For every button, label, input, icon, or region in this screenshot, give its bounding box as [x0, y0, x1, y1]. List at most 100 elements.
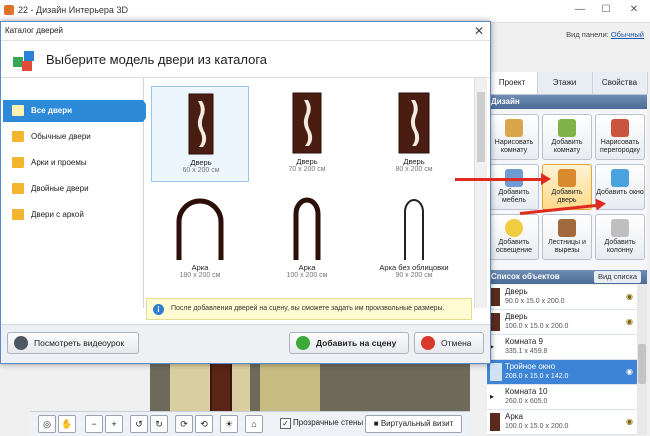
pencil-room-icon — [505, 119, 523, 137]
door-thumb-icon — [490, 313, 500, 331]
catalog-item-door-60[interactable]: Дверь 60 x 200 см — [151, 86, 249, 182]
cancel-icon — [421, 336, 435, 350]
draw-partition-button[interactable]: Нарисовать перегородку — [595, 114, 645, 160]
item-name: Арка — [191, 263, 209, 272]
stairs-cutouts-button[interactable]: Лестницы и вырезы — [542, 214, 592, 260]
category-double-doors[interactable]: Двойные двери — [3, 178, 143, 200]
catalog-item-arch-no-trim[interactable]: Арка без облицовки 90 x 200 см — [365, 192, 463, 288]
category-label: Обычные двери — [31, 132, 91, 141]
list-item[interactable]: ▸ Комната 9 335.1 x 459.8 — [487, 335, 637, 360]
eye-icon[interactable]: ◉ — [626, 292, 633, 301]
item-name: Арка без облицовки — [379, 263, 449, 272]
catalog-item-arch-100[interactable]: Арка 100 x 200 см — [258, 192, 356, 288]
add-to-scene-button[interactable]: Добавить на сцену — [289, 332, 409, 354]
info-icon: i — [153, 304, 164, 315]
camera-icon: ■ — [373, 419, 379, 428]
hand-pan-icon[interactable]: ✋ — [58, 415, 76, 433]
maximize-icon[interactable]: ☐ — [598, 3, 614, 17]
catalog-item-door-80[interactable]: Дверь 80 x 200 см — [365, 86, 463, 182]
list-item[interactable]: Дверь 90.0 x 15.0 x 200.0 ◉ — [487, 285, 637, 310]
list-item[interactable]: ▸ Комната 10 260.0 x 605.0 — [487, 385, 637, 410]
cancel-button[interactable]: Отмена — [414, 332, 484, 354]
draw-room-button[interactable]: Нарисовать комнату — [489, 114, 539, 160]
list-item[interactable]: Тройное окно 208.0 x 15.0 x 142.0 ◉ — [487, 360, 637, 385]
list-item[interactable]: Арка 100.0 x 15.0 x 200.0 ◉ — [487, 410, 637, 435]
tab-project[interactable]: Проект — [487, 72, 538, 94]
window-icon — [611, 169, 629, 187]
item-dims: 180 x 200 см — [179, 272, 221, 279]
close-icon[interactable]: ✕ — [626, 3, 642, 17]
catalog-item-arch-180[interactable]: Арка 180 x 200 см — [151, 192, 249, 288]
tab-floors[interactable]: Этажи — [537, 72, 593, 94]
category-arched-doors[interactable]: Двери с аркой — [3, 204, 143, 226]
item-name: Дверь — [190, 158, 212, 167]
list-view-button[interactable]: Вид списка — [593, 271, 641, 283]
right-panel-tabs: Проект Этажи Свойства — [487, 72, 648, 95]
add-door-button[interactable]: Добавить дверь — [542, 164, 592, 210]
object-name: Тройное окно — [505, 362, 556, 371]
object-dims: 90.0 x 15.0 x 200.0 — [505, 298, 565, 305]
minimize-icon[interactable]: — — [572, 3, 588, 17]
eye-icon[interactable]: ◉ — [626, 317, 633, 326]
add-lighting-button[interactable]: Добавить освещение — [489, 214, 539, 260]
object-list-scrollbar[interactable] — [637, 284, 647, 435]
tool-label: Нарисовать комнату — [494, 139, 534, 154]
list-item[interactable]: Дверь 100.0 x 15.0 x 200.0 ◉ — [487, 310, 637, 335]
eye-icon[interactable]: ◉ — [626, 417, 633, 426]
object-name: Комната 10 — [505, 387, 548, 396]
tilt-icon[interactable]: ⟲ — [195, 415, 213, 433]
home-icon[interactable]: ⌂ — [245, 415, 263, 433]
category-label: Двойные двери — [31, 184, 89, 193]
dialog-footer: Посмотреть видеоурок Добавить на сцену О… — [1, 324, 490, 363]
annotation-arrowhead-door — [541, 173, 551, 185]
cubes-icon — [13, 51, 34, 71]
tool-label: Добавить колонну — [604, 239, 636, 254]
catalog-scrollbar[interactable] — [474, 78, 487, 308]
object-dims: 208.0 x 15.0 x 142.0 — [505, 373, 569, 380]
view-panel-value[interactable]: Обычный — [611, 30, 644, 39]
category-arches[interactable]: Арки и проемы — [3, 152, 143, 174]
stairs-icon — [558, 219, 576, 237]
rotate-right-icon[interactable]: ↻ — [150, 415, 168, 433]
eye-icon[interactable]: ◉ — [626, 367, 633, 376]
category-label: Все двери — [31, 106, 73, 115]
scrollbar-thumb[interactable] — [638, 344, 646, 384]
catalog-item-door-70[interactable]: Дверь 70 x 200 см — [258, 86, 356, 182]
button-label: Отмена — [441, 338, 472, 348]
zoom-out-icon[interactable]: − — [85, 415, 103, 433]
tool-label: Добавить освещение — [495, 239, 533, 254]
add-column-button[interactable]: Добавить колонну — [595, 214, 645, 260]
scrollbar-thumb[interactable] — [477, 92, 485, 162]
arch-thumbnail — [293, 197, 321, 260]
watch-video-button[interactable]: Посмотреть видеоурок — [7, 332, 139, 354]
window-title: 22 - Дизайн Интерьера 3D — [18, 5, 128, 15]
scene-3d-view[interactable] — [150, 356, 470, 415]
add-furniture-button[interactable]: Добавить мебель — [489, 164, 539, 210]
arch-thumb-icon — [490, 413, 500, 431]
category-regular-doors[interactable]: Обычные двери — [3, 126, 143, 148]
folder-icon — [12, 209, 24, 220]
annotation-arrow-door — [455, 178, 545, 181]
object-dims: 260.0 x 605.0 — [505, 398, 548, 405]
virtual-visit-button[interactable]: ■ Виртуальный визит — [365, 415, 462, 433]
category-all-doors[interactable]: Все двери — [3, 100, 143, 122]
view-panel-label: Вид панели: — [566, 30, 609, 39]
object-name: Дверь — [505, 312, 528, 321]
transparent-walls-checkbox[interactable]: ✓ — [280, 418, 291, 429]
app-icon — [4, 5, 14, 15]
arch-thumbnail — [404, 199, 424, 260]
light-icon[interactable]: ☀ — [220, 415, 238, 433]
tool-label: Добавить комнату — [551, 139, 583, 154]
orbit-icon[interactable]: ⟳ — [175, 415, 193, 433]
expand-icon[interactable]: ▸ — [490, 392, 494, 401]
add-room-button[interactable]: Добавить комнату — [542, 114, 592, 160]
view-panel-switch[interactable]: Вид панели: Обычный — [566, 30, 644, 39]
view-360-icon[interactable]: ◎ — [38, 415, 56, 433]
item-dims: 60 x 200 см — [182, 167, 220, 174]
dialog-close-icon[interactable]: ✕ — [474, 24, 484, 38]
tab-properties[interactable]: Свойства — [592, 72, 648, 94]
item-dims: 80 x 200 см — [395, 166, 433, 173]
zoom-in-icon[interactable]: + — [105, 415, 123, 433]
webcam-icon — [14, 336, 28, 350]
rotate-left-icon[interactable]: ↺ — [130, 415, 148, 433]
